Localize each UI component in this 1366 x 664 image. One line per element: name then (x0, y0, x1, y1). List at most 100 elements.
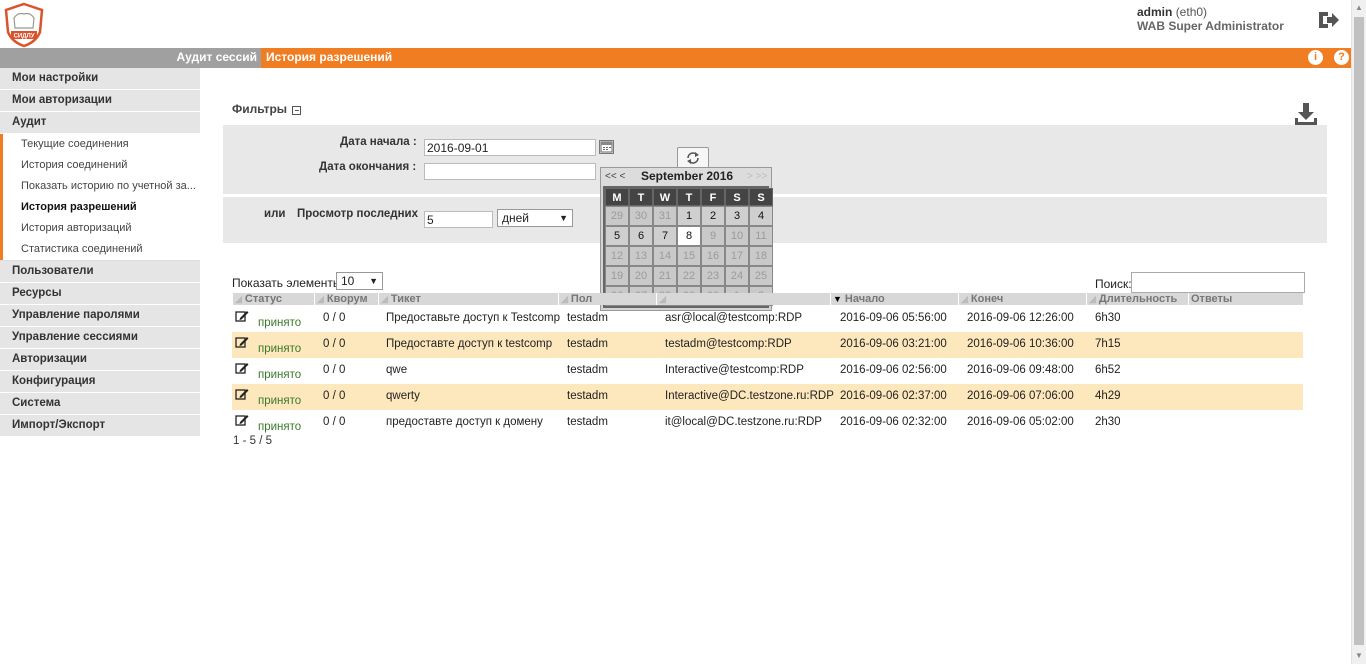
download-button[interactable] (1294, 102, 1318, 126)
calendar-day[interactable]: 5 (605, 226, 629, 246)
sidebar-item-my-authorizations[interactable]: Мои авторизации (0, 90, 200, 112)
cell-quorum: 0 / 0 (323, 364, 346, 376)
column-start[interactable]: ▼ Начало (830, 293, 958, 305)
column-target[interactable]: ◢ (656, 293, 830, 305)
last-period-input[interactable] (424, 211, 493, 228)
column-end[interactable]: ◢ Конеч (958, 293, 1086, 305)
scroll-down-icon[interactable]: ▼ (1355, 651, 1363, 660)
vertical-scrollbar[interactable]: ▲ ▼ (1351, 0, 1366, 664)
sidebar-item-import-export[interactable]: Импорт/Экспорт (0, 415, 200, 437)
status-cell: принято (235, 387, 301, 407)
sidebar-sub-account-history[interactable]: Показать историю по учетной за... (3, 176, 200, 197)
refresh-button[interactable] (677, 147, 709, 169)
user-info: admin (eth0) WAB Super Administrator (1137, 5, 1284, 33)
column-status[interactable]: ◢ Статус (232, 293, 314, 305)
sidebar-item-session-management[interactable]: Управление сессиями (0, 327, 200, 349)
sidebar-item-system[interactable]: Система (0, 393, 200, 415)
info-icon[interactable]: i (1308, 50, 1323, 65)
calendar-day[interactable]: 12 (605, 246, 629, 266)
sidebar-item-password-management[interactable]: Управление паролями (0, 305, 200, 327)
table-row[interactable]: принято 0 / 0 предоставте доступ к домену t… (232, 410, 1303, 436)
end-date-input[interactable] (424, 163, 596, 180)
sort-icon: ◢ (961, 294, 968, 304)
calendar-day[interactable]: 31 (653, 206, 677, 226)
column-user[interactable]: ◢ Пол (558, 293, 656, 305)
calendar-day[interactable]: 18 (749, 246, 773, 266)
column-ticket[interactable]: ◢ Тикет (378, 293, 558, 305)
collapse-icon[interactable]: − (292, 106, 302, 115)
sidebar-item-configuration[interactable]: Конфигурация (0, 371, 200, 393)
calendar-day[interactable]: 7 (653, 226, 677, 246)
sidebar-sub-approval-history[interactable]: История разрешений (3, 197, 200, 218)
calendar-day[interactable]: 15 (677, 246, 701, 266)
calendar-day[interactable]: 17 (725, 246, 749, 266)
edit-icon[interactable] (235, 361, 249, 375)
cell-duration: 2h30 (1095, 416, 1121, 428)
column-duration[interactable]: ◢ Длительность (1086, 293, 1188, 305)
calendar-day[interactable]: 13 (629, 246, 653, 266)
calendar-day[interactable]: 20 (629, 266, 653, 286)
calendar-day[interactable]: 16 (701, 246, 725, 266)
calendar-day[interactable]: 6 (629, 226, 653, 246)
calendar-day[interactable]: 29 (605, 206, 629, 226)
logo-text: СИДЛУ (14, 34, 35, 40)
table-row[interactable]: принято 0 / 0 qwe testadm Interactive@testco… (232, 358, 1303, 384)
cell-user: testadm (567, 390, 608, 402)
sidebar-item-authorizations[interactable]: Авторизации (0, 349, 200, 371)
table-row[interactable]: принято 0 / 0 Предоставте доступ к testcom… (232, 332, 1303, 358)
column-quorum[interactable]: ◢ Кворум (314, 293, 378, 305)
calendar-prev-button[interactable]: << < (605, 168, 625, 185)
calendar-day[interactable]: 30 (629, 206, 653, 226)
column-answers[interactable]: Ответы (1188, 293, 1303, 305)
edit-icon[interactable] (235, 413, 249, 427)
calendar-day[interactable]: 23 (701, 266, 725, 286)
search-input[interactable] (1131, 272, 1305, 293)
start-date-input[interactable] (424, 139, 596, 156)
cell-user: testadm (567, 338, 608, 350)
calendar-day[interactable]: 14 (653, 246, 677, 266)
calendar-day[interactable]: 24 (725, 266, 749, 286)
edit-icon[interactable] (235, 309, 249, 323)
calendar-button[interactable] (599, 140, 614, 154)
edit-icon[interactable] (235, 387, 249, 401)
table-row[interactable]: принято 0 / 0 qwerty testadm Interactive@DC.… (232, 384, 1303, 410)
scroll-up-icon[interactable]: ▲ (1355, 3, 1363, 12)
sidebar-item-audit[interactable]: Аудит (0, 112, 200, 134)
sidebar-item-my-settings[interactable]: Мои настройки (0, 68, 200, 90)
sidebar-sub-connection-stats[interactable]: Статистика соединений (3, 239, 200, 260)
filters-title: Фильтры − (232, 102, 302, 116)
section-title[interactable]: Аудит сессий (0, 48, 261, 68)
calendar-day[interactable]: 9 (701, 226, 725, 246)
or-label: или (264, 208, 286, 220)
calendar-day[interactable]: 4 (749, 206, 773, 226)
calendar-day-today[interactable]: 8 (677, 226, 701, 246)
calendar-next-button[interactable]: > >> (747, 168, 767, 185)
period-unit-select[interactable]: дней ▼ (497, 209, 573, 227)
table-row[interactable]: принято 0 / 0 Предоставьте доступ к Testco… (232, 306, 1303, 332)
calendar-day[interactable]: 11 (749, 226, 773, 246)
sidebar-sub-current-connections[interactable]: Текущие соединения (3, 134, 200, 155)
cell-target: Interactive@testcomp:RDP (665, 364, 804, 376)
logout-button[interactable] (1316, 9, 1340, 31)
calendar-day[interactable]: 10 (725, 226, 749, 246)
calendar-day[interactable]: 21 (653, 266, 677, 286)
help-icon[interactable]: ? (1334, 50, 1349, 65)
calendar-day[interactable]: 22 (677, 266, 701, 286)
calendar-day[interactable]: 2 (701, 206, 725, 226)
sidebar-item-users[interactable]: Пользователи (0, 261, 200, 283)
calendar-day[interactable]: 25 (749, 266, 773, 286)
calendar-weekday: S (749, 188, 773, 206)
sort-icon: ◢ (561, 294, 568, 304)
calendar-day[interactable]: 3 (725, 206, 749, 226)
logout-icon (1319, 12, 1339, 28)
page-size-select[interactable]: 10 ▼ (336, 272, 383, 290)
calendar-day[interactable]: 1 (677, 206, 701, 226)
scrollbar-thumb[interactable] (1354, 17, 1364, 645)
edit-icon[interactable] (235, 335, 249, 349)
cell-user: testadm (567, 364, 608, 376)
calendar-day[interactable]: 19 (605, 266, 629, 286)
sidebar-sub-connection-history[interactable]: История соединений (3, 155, 200, 176)
logo[interactable]: СИДЛУ (2, 2, 46, 48)
sidebar-item-resources[interactable]: Ресурсы (0, 283, 200, 305)
sidebar-sub-authorization-history[interactable]: История авторизаций (3, 218, 200, 239)
